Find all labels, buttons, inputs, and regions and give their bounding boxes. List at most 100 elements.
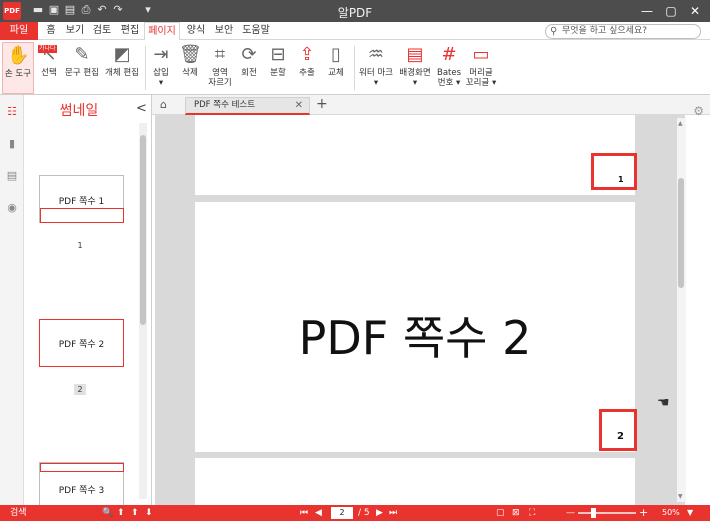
menu-review[interactable]: 검토 (88, 22, 116, 40)
zoom-slider[interactable] (578, 512, 636, 514)
thumbnail-scroll-thumb[interactable] (140, 135, 146, 325)
crop-button[interactable]: ⌗ 영역 자르기 (205, 42, 235, 94)
background-button[interactable]: ▤ 배경화면 ▾ (396, 42, 434, 94)
find-up-icon[interactable]: ⬆ (131, 507, 139, 519)
select-tool-button[interactable]: 가나다 ↖ 선택 (36, 42, 62, 94)
text-edit-button[interactable]: ✎ 문구 편집 (63, 42, 101, 94)
thumbnails-icon[interactable]: ☷ (5, 105, 19, 119)
bookmarks-icon[interactable]: ▮ (5, 137, 19, 151)
extract-button[interactable]: ⇪ 추출 (293, 42, 321, 94)
thumbnail-page-2[interactable]: PDF 쪽수 2 (39, 319, 124, 367)
text-edit-icon: ✎ (74, 44, 90, 65)
zoom-level[interactable]: 50% (662, 507, 680, 519)
document-scroll-thumb[interactable] (678, 178, 684, 288)
menu-view[interactable]: 보기 (62, 22, 88, 40)
page-1: 1 (195, 115, 637, 195)
search-panel-icon[interactable]: ◉ (5, 201, 19, 215)
page-1-number: 1 (618, 175, 624, 184)
maximize-button[interactable]: ▢ (660, 2, 682, 20)
delete-icon: 🗑 (179, 44, 202, 65)
menu-home[interactable]: 홈 (40, 22, 62, 40)
rotate-icon: ⟳ (241, 44, 257, 65)
document-scrollbar[interactable]: ▲ ▼ (677, 118, 686, 502)
object-edit-icon: ◩ (113, 44, 131, 65)
thumbnail-panel: 썸네일 < PDF 쪽수 1 1 PDF 쪽수 2 2 PDF 쪽수 3 (24, 95, 152, 505)
thumbnail-label: PDF 쪽수 2 (58, 340, 105, 350)
replace-icon: ▯ (331, 44, 341, 65)
find-icon[interactable]: 🔍 (102, 507, 113, 519)
zoom-in-button[interactable]: + (639, 507, 648, 519)
total-pages-label: / 5 (358, 508, 370, 518)
ribbon-separator (354, 46, 355, 90)
watermark-button[interactable]: ♒ 워터 마크 ▾ (357, 42, 395, 94)
menu-form[interactable]: 양식 (182, 22, 210, 40)
zoom-slider-thumb[interactable] (591, 508, 596, 518)
thumbnail-page-1[interactable]: PDF 쪽수 1 (39, 175, 124, 223)
window-title: 알PDF (337, 6, 373, 20)
document-tab-title: PDF 쪽수 테스트 (194, 100, 256, 110)
gear-icon[interactable]: ⚙ (693, 104, 704, 118)
minimize-button[interactable]: — (636, 2, 658, 20)
menu-bar: 파일 홈 보기 검토 편집 페이지 양식 보안 도움말 ⚲ 무엇을 하고 싶으세… (0, 22, 710, 41)
fullscreen-icon[interactable]: ⛶ (529, 507, 535, 519)
last-page-button[interactable]: ⏭ (389, 507, 397, 519)
split-button[interactable]: ⊟ 분할 (264, 42, 292, 94)
add-tab-button[interactable]: + (316, 96, 328, 112)
zoom-dropdown-icon[interactable]: ▼ (687, 507, 693, 519)
insert-icon: ⇥ (153, 44, 169, 65)
header-footer-icon: ▭ (472, 44, 490, 65)
search-input[interactable]: ⚲ 무엇을 하고 싶으세요? (545, 24, 701, 39)
title-bar: PDF ▬ ▣ ▤ ⎙ ↶ ↷ ▾ 알PDF — ▢ ✕ (0, 0, 710, 22)
thumbnail-page-3[interactable]: PDF 쪽수 3 (39, 462, 124, 505)
ribbon-toolbar: ✋ 손 도구 가나다 ↖ 선택 ✎ 문구 편집 ◩ 개체 편집 ⇥ 삽입 ▾ 🗑… (0, 40, 710, 95)
header-footer-button[interactable]: ▭ 머리글 꼬리글 ▾ (464, 42, 498, 94)
highlight-box (40, 208, 124, 223)
find-previous-icon[interactable]: ⬆ (117, 507, 125, 519)
thumbnail-page-number: 1 (77, 241, 83, 250)
watermark-icon: ♒ (367, 44, 385, 65)
collapse-panel-button[interactable]: < (136, 101, 147, 116)
next-page-button[interactable]: ▶ (376, 507, 383, 519)
home-icon[interactable]: ⌂ (160, 98, 167, 111)
close-button[interactable]: ✕ (684, 2, 706, 20)
menu-edit[interactable]: 편집 (116, 22, 144, 40)
replace-button[interactable]: ▯ 교체 (322, 42, 350, 94)
hand-tool-button[interactable]: ✋ 손 도구 (2, 42, 34, 94)
page-3 (195, 458, 635, 505)
close-tab-icon[interactable]: ✕ (295, 98, 303, 113)
thumbnail-page-number: 2 (74, 384, 86, 395)
select-badge: 가나다 (38, 45, 57, 53)
thumbnail-label: PDF 쪽수 1 (58, 197, 105, 207)
insert-button[interactable]: ⇥ 삽입 ▾ (148, 42, 174, 94)
object-edit-button[interactable]: ◩ 개체 편집 (103, 42, 141, 94)
page-2-number: 2 (617, 431, 624, 442)
previous-page-button[interactable]: ◀ (315, 507, 322, 519)
status-bar: 검색 🔍 ⬆ ⬆ ⬇ ⏮ ◀ 2 / 5 ▶ ⏭ ▢ ⊠ ⛶ — + 50% ▼ (0, 505, 710, 521)
search-placeholder: 무엇을 하고 싶으세요? (562, 26, 648, 36)
document-tab-bar: ⌂ PDF 쪽수 테스트 ✕ + ⚙ (152, 95, 710, 118)
single-page-view-icon[interactable]: ▢ (496, 507, 505, 519)
first-page-button[interactable]: ⏮ (300, 507, 308, 519)
zoom-out-button[interactable]: — (566, 507, 575, 519)
search-status-label: 검색 (10, 508, 27, 518)
fit-page-icon[interactable]: ⊠ (512, 507, 520, 519)
scroll-down-icon[interactable]: ▼ (678, 493, 683, 500)
thumbnail-scrollbar[interactable] (139, 123, 147, 499)
ribbon-separator (145, 46, 146, 90)
scroll-up-icon[interactable]: ▲ (678, 120, 683, 127)
menu-help[interactable]: 도움말 (238, 22, 274, 40)
page-number-input[interactable]: 2 (331, 507, 353, 519)
document-viewer[interactable]: 1 PDF 쪽수 2 2 ☚ (155, 115, 685, 505)
menu-file[interactable]: 파일 (0, 22, 38, 40)
menu-security[interactable]: 보안 (210, 22, 238, 40)
bates-number-button[interactable]: # Bates 번호 ▾ (435, 42, 463, 94)
rotate-button[interactable]: ⟳ 회전 (236, 42, 262, 94)
crop-icon: ⌗ (214, 44, 226, 65)
delete-button[interactable]: 🗑 삭제 (176, 42, 204, 94)
hand-cursor-icon: ☚ (657, 395, 670, 411)
find-next-icon[interactable]: ⬇ (145, 507, 153, 519)
comments-icon[interactable]: ▤ (5, 169, 19, 183)
page-2: PDF 쪽수 2 2 (195, 202, 637, 452)
document-tab[interactable]: PDF 쪽수 테스트 ✕ (185, 97, 310, 115)
menu-page[interactable]: 페이지 (144, 22, 180, 41)
